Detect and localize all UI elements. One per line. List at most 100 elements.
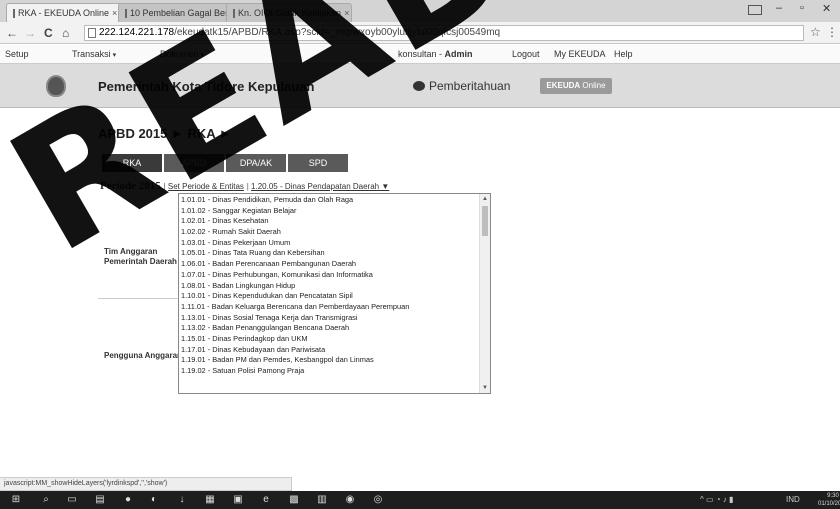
tab-rka[interactable]: RKA [102,154,162,172]
dropdown-option[interactable]: 1.13.01 - Dinas Sosial Tenaga Kerja dan … [179,313,479,324]
page-icon [88,28,96,38]
menu-transaksi[interactable]: Transaksi [72,49,116,59]
url-path: /ekeudatk15/APBD/RKA.asp?scid=_mqrwxoyb0… [174,27,501,38]
app-icon[interactable]: ▣ [232,494,244,506]
app-icon[interactable]: ● [122,494,134,506]
address-bar-row: ← → C ⌂ 222.124.221.178/ekeudatk15/APBD/… [0,22,840,44]
set-periode-link[interactable]: Set Periode & Entitas [168,182,244,191]
dropdown-option[interactable]: 1.02.02 - Rumah Sakit Daerah [179,227,479,238]
url-field[interactable]: 222.124.221.178/ekeudatk15/APBD/RKA.asp?… [84,25,804,41]
dropdown-option[interactable]: 1.10.01 - Dinas Kependudukan dan Pencata… [179,291,479,302]
menu-dokumen[interactable]: Dokumen [160,49,204,59]
browser-tab-strip: RKA - EKEUDA Online × 10 Pembelian Gagal… [0,0,840,22]
close-tab-icon[interactable]: × [344,4,349,22]
label-pengguna-anggaran: Pengguna Anggaran [104,351,182,360]
forward-icon[interactable]: → [24,25,36,41]
ekeuda-online-button[interactable]: EKEUDA Online [540,78,612,94]
edge-browser-icon[interactable]: e [260,494,272,506]
file-explorer-icon[interactable]: ▤ [94,494,106,506]
browser-status-bar: javascript:MM_showHideLayers('lyrdinkspd… [0,477,292,491]
breadcrumb: APBD 2015 ► RKA ► [98,126,232,141]
app-icon[interactable]: ▩ [288,494,300,506]
reload-icon[interactable]: C [44,25,53,41]
dropdown-option[interactable]: 1.11.01 - Badan Keluarga Berencana dan P… [179,302,479,313]
dropdown-option[interactable]: 1.17.01 - Dinas Kebudayaan dan Pariwisat… [179,345,479,356]
ekeuda-brand: EKEUDA [546,81,581,90]
bookmark-star-icon[interactable]: ☆ [810,25,821,39]
download-icon[interactable]: ↓ [176,494,188,506]
dropdown-option[interactable]: 1.02.01 - Dinas Kesehatan [179,216,479,227]
page-favicon-icon [125,8,127,18]
taskbar-clock[interactable]: 9:30 01/10/2015 [818,492,840,508]
browser-tab-2[interactable]: 10 Pembelian Gagal Bersi × [118,3,234,22]
scroll-up-icon[interactable]: ▲ [482,196,488,202]
dropdown-option[interactable]: 1.03.01 - Dinas Pekerjaan Umum [179,238,479,249]
logout-link[interactable]: Logout [512,49,540,59]
dropdown-scrollbar[interactable]: ▲ ▼ [479,194,490,393]
minimize-icon[interactable]: – [776,2,782,14]
back-icon[interactable]: ← [6,25,18,41]
windows-taskbar: ⊞ ⌕ ▭ ▤ ● ◐ ↓ ▦ ▣ e ▩ ▥ ◉ ◎ ^ ▭ ◔ ♪ ▮ IN… [0,491,840,509]
dropdown-option[interactable]: 1.05.01 - Dinas Tata Ruang dan Kebersiha… [179,248,479,259]
scroll-down-icon[interactable]: ▼ [482,385,488,391]
media-icon[interactable]: ◉ [344,494,356,506]
unit-dropdown-list[interactable]: 1.01.01 - Dinas Pendidikan, Pemuda dan O… [178,193,491,394]
dropdown-option[interactable]: 1.13.02 - Badan Penanggulangan Bencana D… [179,323,479,334]
browser-tab-rka[interactable]: RKA - EKEUDA Online × [6,3,124,22]
user-name: Admin [444,49,473,59]
menu-setup[interactable]: Setup [5,49,29,59]
app-icon[interactable]: ▦ [204,494,216,506]
chrome-icon[interactable]: ◎ [372,494,384,506]
close-tab-icon[interactable]: × [112,4,117,22]
divider [98,298,180,299]
clock-date: 01/10/2015 [818,501,840,507]
dropdown-option[interactable]: 1.06.01 - Badan Perencanaan Pembangunan … [179,259,479,270]
dropdown-option[interactable]: 1.19.02 - Satuan Polisi Pamong Praja [179,366,479,377]
app-header: Pemerintah Kota Tidore Kepulauan Pemberi… [0,64,840,108]
windows-start-icon[interactable]: ⊞ [10,494,22,506]
periode-label: Periode 2015 [100,180,161,192]
task-view-icon[interactable]: ▭ [66,494,78,506]
tab-dpa-ak[interactable]: DPA/AK [226,154,286,172]
my-ekeuda-link[interactable]: My EKEUDA [554,49,606,59]
browser-tab-label: 10 Pembelian Gagal Bersi [130,7,234,18]
window-close-icon[interactable]: ✕ [822,2,831,15]
tab-apbd[interactable]: APBD [164,154,224,172]
dropdown-option[interactable]: 1.08.01 - Badan Lingkungan Hidup [179,281,479,292]
app-menubar: Setup Transaksi Dokumen konsultan - Admi… [0,45,840,64]
chat-bubble-icon [413,81,425,91]
unit-selector-link[interactable]: 1.20.05 - Dinas Pendapatan Daerah ▼ [251,182,389,191]
tray-language[interactable]: IND [786,494,800,506]
search-icon[interactable]: ⌕ [40,494,52,506]
label-tim-anggaran: Tim Anggaran Pemerintah Daerah [104,247,177,266]
page-favicon-icon [233,8,235,18]
scrollbar-thumb[interactable] [482,206,488,236]
maximize-icon[interactable]: ▫ [800,2,804,14]
browser-tab-label: Kn. OIOI Gidak Kebijakan [238,7,342,18]
user-info: konsultan - Admin [398,49,473,59]
dropdown-option[interactable]: 1.15.01 - Dinas Perindagkop dan UKM [179,334,479,345]
profile-icon[interactable] [748,5,762,15]
tray-icons[interactable]: ^ ▭ ◔ ♪ ▮ [700,494,733,506]
dropdown-option[interactable]: 1.07.01 - Dinas Perhubungan, Komunikasi … [179,270,479,281]
notification-label: Pemberitahuan [429,79,511,93]
dropdown-option[interactable]: 1.19.01 - Badan PM dan Pemdes, Kesbangpo… [179,355,479,366]
browser-menu-icon[interactable]: ⋮ [826,25,838,39]
ekeuda-suffix: Online [580,81,606,90]
dropdown-option[interactable]: 1.01.01 - Dinas Pendidikan, Pemuda dan O… [179,195,479,206]
url-host: 222.124.221.178 [99,27,175,38]
government-crest-logo [46,75,66,97]
tab-spd[interactable]: SPD [288,154,348,172]
home-icon[interactable]: ⌂ [62,25,69,41]
unit-options: 1.01.01 - Dinas Pendidikan, Pemuda dan O… [179,195,479,377]
page-favicon-icon [13,8,15,18]
browser-tab-label: RKA - EKEUDA Online [18,7,110,18]
dropdown-option[interactable]: 1.01.02 - Sanggar Kegiatan Belajar [179,206,479,217]
module-tabs: RKA APBD DPA/AK SPD [102,154,350,172]
browser-tab-3[interactable]: Kn. OIOI Gidak Kebijakan × [226,3,352,22]
help-link[interactable]: Help [614,49,633,59]
app-icon[interactable]: ◐ [148,494,160,506]
notification-link[interactable]: Pemberitahuan [413,79,510,93]
store-icon[interactable]: ▥ [316,494,328,506]
clock-time: 9:30 [827,493,839,499]
